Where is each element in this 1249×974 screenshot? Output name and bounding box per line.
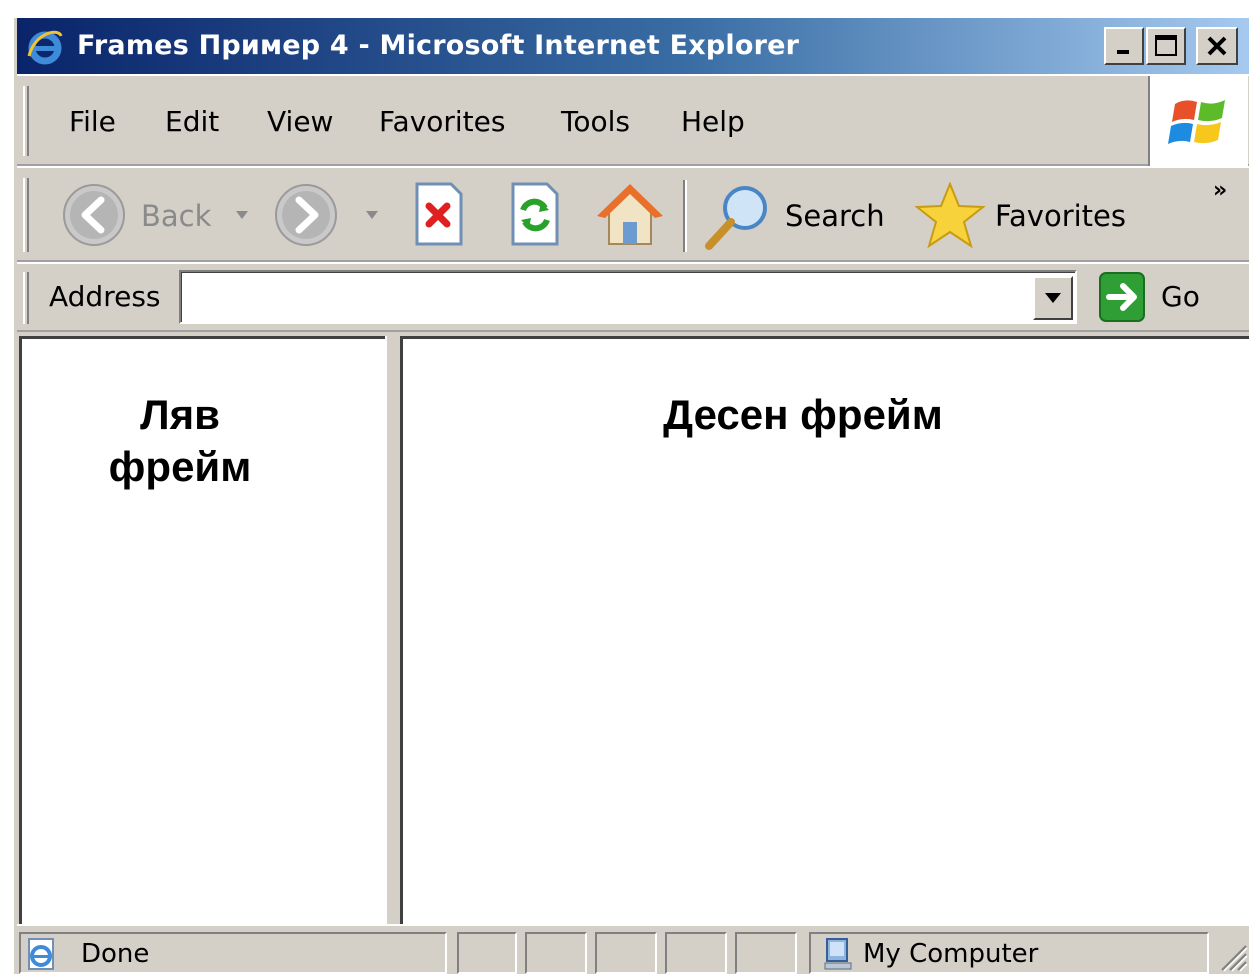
- status-panel-2: [525, 932, 587, 974]
- favorites-star-icon[interactable]: [913, 180, 987, 252]
- toolbar-separator: [683, 180, 687, 252]
- my-computer-icon: [824, 938, 852, 970]
- frameset: Ляв фрейм Десен фрейм: [17, 332, 1249, 924]
- menu-favorites[interactable]: Favorites: [379, 76, 505, 168]
- windows-logo: [1148, 76, 1248, 168]
- left-frame-heading-line1: Ляв: [140, 391, 220, 438]
- forward-arrow-icon[interactable]: [273, 182, 339, 248]
- ie-window: Frames Пример 4 - Microsoft Internet Exp…: [14, 18, 1249, 974]
- window-title: Frames Пример 4 - Microsoft Internet Exp…: [77, 30, 800, 61]
- back-dropdown-icon[interactable]: [235, 210, 249, 220]
- zone-text: My Computer: [863, 939, 1039, 969]
- chevron-down-icon: [1045, 293, 1061, 303]
- search-label[interactable]: Search: [785, 168, 885, 264]
- title-bar[interactable]: Frames Пример 4 - Microsoft Internet Exp…: [17, 18, 1249, 74]
- minimize-button[interactable]: [1104, 27, 1144, 65]
- frame-resize-divider[interactable]: [385, 336, 403, 924]
- toolbar-more-chevron[interactable]: »: [1213, 178, 1227, 203]
- go-button[interactable]: Go: [1161, 264, 1200, 330]
- status-zone-panel: My Computer: [809, 932, 1209, 974]
- home-icon[interactable]: [593, 178, 667, 250]
- go-arrow-icon[interactable]: [1097, 270, 1147, 324]
- status-main-panel: Done: [19, 932, 447, 974]
- close-button[interactable]: [1196, 27, 1238, 65]
- close-icon: [1207, 36, 1227, 56]
- back-arrow-icon[interactable]: [61, 182, 127, 248]
- refresh-icon[interactable]: [507, 180, 563, 248]
- left-frame-heading: Ляв фрейм: [22, 389, 338, 493]
- status-panel-3: [595, 932, 657, 974]
- address-dropdown-button[interactable]: [1033, 276, 1073, 320]
- status-bar: Done My Computer: [17, 924, 1249, 974]
- maximize-button[interactable]: [1146, 27, 1186, 65]
- search-icon[interactable]: [701, 180, 775, 252]
- toolbar-grip[interactable]: [23, 178, 29, 252]
- menu-edit[interactable]: Edit: [165, 76, 219, 168]
- minimize-icon: [1117, 50, 1129, 54]
- menu-bar: File Edit View Favorites Tools Help: [17, 74, 1249, 168]
- favorites-label[interactable]: Favorites: [995, 168, 1126, 264]
- ie-logo-icon: [27, 30, 63, 65]
- stop-icon[interactable]: [411, 180, 467, 248]
- back-label[interactable]: Back: [141, 168, 211, 264]
- menu-file[interactable]: File: [69, 76, 116, 168]
- left-frame: Ляв фрейм: [19, 336, 385, 924]
- page-done-icon: [28, 938, 54, 970]
- status-panel-5: [735, 932, 797, 974]
- menu-view[interactable]: View: [267, 76, 333, 168]
- windows-flag-icon: [1168, 100, 1225, 144]
- left-frame-heading-line2: фрейм: [108, 443, 252, 490]
- standard-toolbar: Back Search Favorites »: [17, 166, 1249, 262]
- menu-help[interactable]: Help: [681, 76, 745, 168]
- resize-grip-icon[interactable]: [1214, 938, 1248, 972]
- status-panel-4: [665, 932, 727, 974]
- address-input[interactable]: [179, 270, 1077, 324]
- forward-dropdown-icon[interactable]: [365, 210, 379, 220]
- status-panel-progress: [457, 932, 517, 974]
- address-bar: Address Go: [17, 262, 1249, 332]
- right-frame: Десен фрейм: [403, 336, 1249, 924]
- maximize-icon: [1155, 35, 1177, 56]
- addressbar-grip[interactable]: [23, 272, 29, 324]
- menu-tools[interactable]: Tools: [561, 76, 630, 168]
- address-label: Address: [49, 280, 161, 313]
- right-frame-heading: Десен фрейм: [663, 391, 943, 438]
- status-text: Done: [81, 939, 150, 969]
